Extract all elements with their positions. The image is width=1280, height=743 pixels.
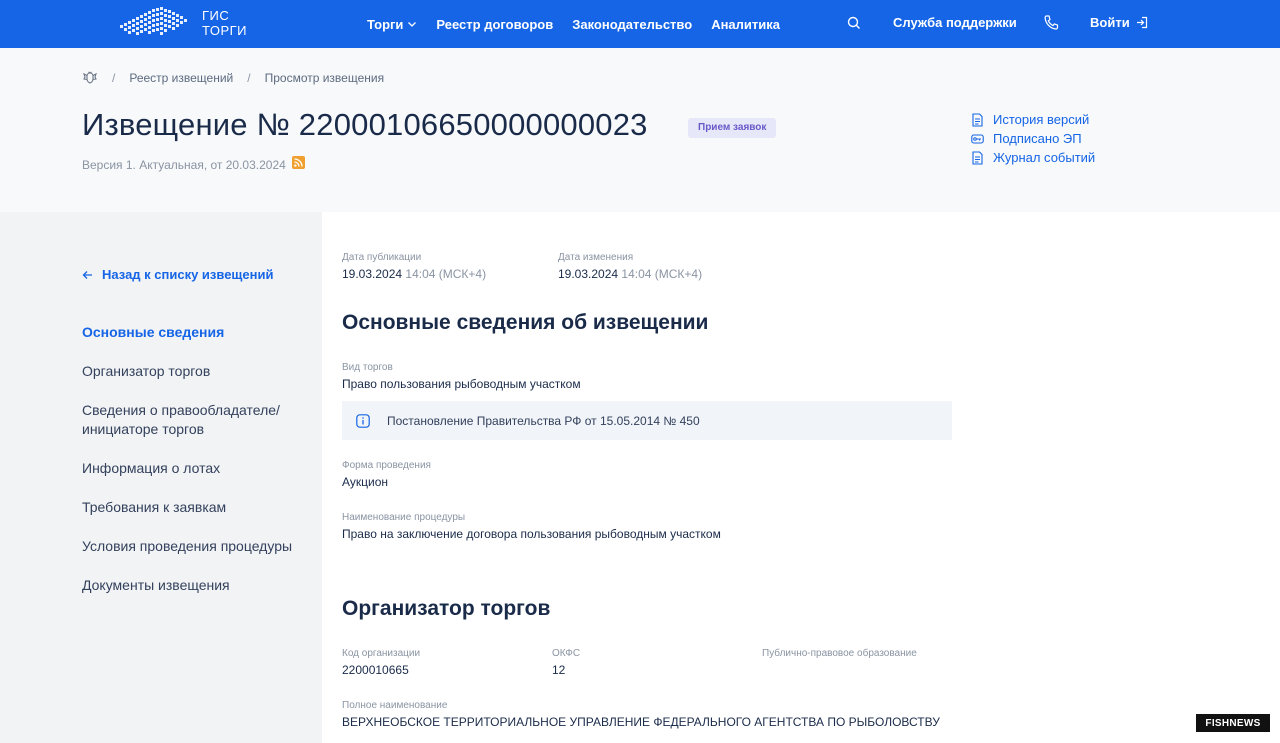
nav-legislation[interactable]: Законодательство — [572, 17, 692, 32]
document-icon — [972, 112, 983, 127]
info-note: Постановление Правительства РФ от 15.05.… — [342, 401, 952, 440]
procedure-value: Право на заключение договора пользования… — [342, 527, 721, 541]
changed-time: 14:04 (МСК+4) — [621, 267, 703, 281]
public-entity-label: Публично-правовое образование — [762, 648, 917, 659]
status-badge: Прием заявок — [688, 118, 777, 138]
event-log-label: Журнал событий — [993, 150, 1096, 165]
public-entity-field: Публично-правовое образование — [762, 648, 1022, 659]
arrow-left-icon — [82, 270, 92, 279]
version-history-label: История версий — [993, 112, 1090, 127]
back-to-list-label: Назад к списку извещений — [102, 267, 274, 282]
breadcrumb-separator: / — [112, 71, 116, 85]
version-info: Версия 1. Актуальная, от 20.03.2024 — [82, 158, 286, 172]
procedure-field: Наименование процедуры Право на заключен… — [342, 512, 1042, 541]
published-date-block: Дата публикации 19.03.2024 14:04 (МСК+4) — [342, 252, 542, 281]
top-bar: ГИС ТОРГИ Торги Реестр договоров Законод… — [0, 0, 1280, 48]
search-icon[interactable] — [846, 15, 862, 31]
login-label: Войти — [1090, 15, 1130, 30]
chevron-down-icon — [408, 22, 417, 27]
side-nav-rights-holder[interactable]: Сведения о правообладателе/ инициаторе т… — [82, 401, 302, 439]
changed-value: 19.03.2024 14:04 (МСК+4) — [558, 267, 758, 281]
torg-type-label: Вид торгов — [342, 362, 393, 373]
section-nav: Основные сведения Организатор торгов Све… — [82, 323, 302, 615]
login-icon — [1136, 16, 1147, 29]
watermark-part-1: FISH — [1205, 717, 1230, 729]
phone-icon[interactable] — [1043, 14, 1059, 31]
info-note-text: Постановление Правительства РФ от 15.05.… — [387, 413, 700, 428]
published-value: 19.03.2024 14:04 (МСК+4) — [342, 267, 542, 281]
signed-ep-link[interactable]: Подписано ЭП — [971, 129, 1095, 148]
changed-date: 19.03.2024 — [558, 267, 619, 281]
breadcrumb-notices-registry[interactable]: Реестр извещений — [129, 71, 233, 85]
published-time: 14:04 (МСК+4) — [405, 267, 487, 281]
org-fullname-label: Полное наименование — [342, 700, 448, 711]
support-link[interactable]: Служба поддержки — [893, 15, 1017, 30]
signed-ep-label: Подписано ЭП — [993, 131, 1082, 146]
version-history-link[interactable]: История версий — [971, 110, 1095, 129]
side-nav-documents[interactable]: Документы извещения — [82, 576, 302, 595]
published-label: Дата публикации — [342, 252, 422, 263]
document-icon — [972, 150, 983, 165]
notice-actions: История версий Подписано ЭП Журнал событ… — [971, 110, 1095, 167]
logo-text: ГИС ТОРГИ — [202, 8, 247, 38]
okfs-field: ОКФС 12 — [552, 648, 752, 677]
nav-torgi-label: Торги — [367, 16, 404, 32]
nav-analytics[interactable]: Аналитика — [711, 17, 780, 32]
side-nav-lots[interactable]: Информация о лотах — [82, 459, 302, 478]
page-title: Извещение № 22000106650000000023 — [82, 107, 648, 142]
logo-line-1: ГИС — [202, 8, 230, 23]
side-nav-conditions[interactable]: Условия проведения процедуры — [82, 537, 302, 556]
procedure-label: Наименование процедуры — [342, 512, 466, 523]
org-fullname-field: Полное наименование ВЕРХНЕОБСКОЕ ТЕРРИТО… — [342, 700, 1042, 729]
published-date: 19.03.2024 — [342, 267, 403, 281]
fishnews-watermark: FISH NEWS — [1196, 714, 1270, 732]
main-nav: Торги Реестр договоров Законодательство … — [367, 0, 799, 48]
nav-contracts-registry[interactable]: Реестр договоров — [436, 17, 553, 32]
logo-line-2: ТОРГИ — [202, 23, 248, 38]
organizer-title: Организатор торгов — [342, 597, 551, 620]
org-code-value: 2200010665 — [342, 663, 409, 677]
side-nav-requirements[interactable]: Требования к заявкам — [82, 498, 302, 517]
org-code-label: Код организации — [342, 648, 421, 659]
info-icon — [356, 413, 370, 428]
rss-icon[interactable] — [292, 156, 305, 169]
form-label: Форма проведения — [342, 460, 431, 471]
okfs-value: 12 — [552, 663, 566, 677]
torg-type-field: Вид торгов Право пользования рыбоводным … — [342, 362, 1042, 391]
form-value: Аукцион — [342, 475, 388, 489]
side-nav-basic-info[interactable]: Основные сведения — [82, 323, 302, 342]
form-field: Форма проведения Аукцион — [342, 460, 1042, 489]
org-fullname-value: ВЕРХНЕОБСКОЕ ТЕРРИТОРИАЛЬНОЕ УПРАВЛЕНИЕ … — [342, 715, 940, 729]
login-button[interactable]: Войти — [1090, 15, 1148, 30]
changed-label: Дата изменения — [558, 252, 634, 263]
basic-info-title: Основные сведения об извещении — [342, 311, 709, 334]
back-to-list-link[interactable]: Назад к списку извещений — [82, 267, 273, 282]
key-icon — [971, 133, 984, 144]
changed-date-block: Дата изменения 19.03.2024 14:04 (МСК+4) — [558, 252, 758, 281]
org-code-field: Код организации 2200010665 — [342, 648, 542, 677]
side-nav-organizer[interactable]: Организатор торгов — [82, 362, 302, 381]
emblem-home-icon[interactable] — [82, 70, 98, 86]
russia-map-icon — [120, 7, 187, 35]
breadcrumb-separator: / — [247, 71, 251, 85]
watermark-part-2: NEWS — [1229, 717, 1261, 729]
torg-type-value: Право пользования рыбоводным участком — [342, 377, 581, 391]
breadcrumb: / Реестр извещений / Просмотр извещения — [82, 70, 384, 86]
nav-torgi[interactable]: Торги — [367, 17, 417, 32]
okfs-label: ОКФС — [552, 648, 581, 659]
breadcrumb-current: Просмотр извещения — [264, 71, 385, 85]
event-log-link[interactable]: Журнал событий — [971, 148, 1095, 167]
gis-torgi-logo[interactable]: ГИС ТОРГИ — [118, 4, 258, 42]
